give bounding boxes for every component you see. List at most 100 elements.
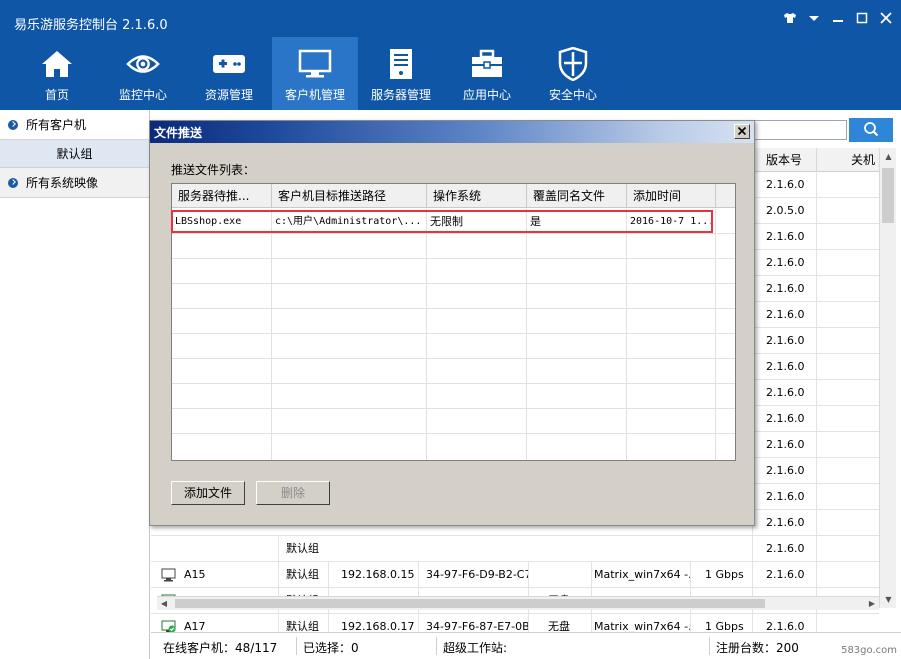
shutdown-cell [816, 172, 879, 198]
version-cell: 2.1.6.0 [752, 302, 816, 328]
version-cell: 2.1.6.0 [752, 536, 816, 562]
nav-label: 首页 [44, 88, 69, 102]
column-header-add-time[interactable]: 添加时间 [627, 184, 716, 208]
image-cell: Matrix_win7x64 -... [591, 562, 690, 588]
shutdown-cell [816, 484, 879, 510]
nav-label: 应用中心 [462, 88, 511, 102]
table-row[interactable]: 默认组 2.1.6.0 [151, 536, 879, 562]
shutdown-cell [816, 380, 879, 406]
version-cell: 2.1.6.0 [752, 172, 816, 198]
divider [709, 637, 710, 655]
nav-label: 资源管理 [204, 88, 253, 102]
column-header-overwrite[interactable]: 覆盖同名文件 [527, 184, 627, 208]
shutdown-cell [816, 276, 879, 302]
dialog-close-button[interactable] [734, 124, 750, 139]
shutdown-cell [816, 536, 879, 562]
mac-cell: 34-97-F6-D9-B2-C7 [418, 562, 528, 588]
sidebar-item-default-group[interactable]: 默认组 [0, 140, 149, 168]
nav-item-monitor-center[interactable]: 监控中心 [100, 37, 186, 110]
dropdown-icon[interactable] [807, 12, 821, 27]
selected-count: 已选择：0 [303, 641, 359, 655]
ip-cell: 192.168.0.15 [328, 562, 418, 588]
minimize-icon[interactable] [831, 12, 845, 27]
nav-item-client-management[interactable]: 客户机管理 [272, 37, 358, 110]
version-cell: 2.1.6.0 [752, 484, 816, 510]
scroll-up-icon[interactable]: ▲ [880, 148, 897, 165]
version-cell: 2.1.6.0 [752, 458, 816, 484]
shirt-icon[interactable] [783, 12, 797, 27]
eye-icon [126, 47, 160, 81]
table-row [172, 434, 735, 460]
scroll-right-icon[interactable]: ▶ [865, 597, 879, 611]
scroll-thumb[interactable] [175, 599, 765, 608]
monitor-icon [298, 47, 332, 81]
expand-icon [8, 177, 18, 188]
scroll-thumb[interactable] [882, 168, 894, 223]
column-header-server-file[interactable]: 服务器待推... [172, 184, 272, 208]
version-cell: 2.1.6.0 [752, 562, 816, 588]
super-station-label: 超级工作站: [443, 641, 508, 655]
version-cell: 2.1.6.0 [752, 328, 816, 354]
nav-label: 服务器管理 [370, 88, 431, 102]
group-cell: 默认组 [278, 562, 328, 588]
online-count: 在线客户机：48/117 [163, 641, 278, 655]
status-bar: 在线客户机：48/117 已选择：0 超级工作站: 注册台数：200 583go… [151, 632, 901, 659]
nav-label: 客户机管理 [284, 88, 345, 102]
version-cell: 2.1.6.0 [752, 250, 816, 276]
column-header-version[interactable]: 版本号 [752, 148, 816, 172]
nav-item-server-management[interactable]: 服务器管理 [358, 37, 444, 110]
shutdown-cell [816, 250, 879, 276]
speed-cell: 1 Gbps [690, 562, 752, 588]
nav-item-app-center[interactable]: 应用中心 [444, 37, 530, 110]
nav-item-security-center[interactable]: 安全中心 [530, 37, 616, 110]
sidebar-item-label: 所有客户机 [26, 118, 87, 132]
horizontal-scrollbar[interactable]: ◀ ▶ [157, 596, 879, 610]
selected-row-highlight [171, 210, 713, 233]
watermark: 583go.com [841, 645, 897, 656]
shutdown-cell [816, 562, 879, 588]
table-row [172, 409, 735, 434]
nav-item-home[interactable]: 首页 [14, 37, 100, 110]
table-row[interactable]: A15 默认组 192.168.0.15 34-97-F6-D9-B2-C7 M… [151, 562, 879, 588]
app-title: 易乐游服务控制台 2.1.6.0 [14, 18, 168, 33]
table-row [172, 309, 735, 334]
sidebar-item-all-images[interactable]: 所有系统映像 [0, 168, 149, 198]
scroll-left-icon[interactable]: ◀ [157, 597, 171, 611]
shutdown-cell [816, 354, 879, 380]
version-cell: 2.0.5.0 [752, 198, 816, 224]
push-file-table: 服务器待推... 客户机目标推送路径 操作系统 覆盖同名文件 添加时间 LBSs… [171, 183, 736, 461]
registered-count: 注册台数：200 [716, 641, 799, 655]
vertical-scrollbar[interactable]: ▲ ▼ [879, 148, 896, 608]
group-cell: 默认组 [278, 536, 328, 562]
shutdown-cell [816, 406, 879, 432]
version-cell: 2.1.6.0 [752, 276, 816, 302]
dialog-titlebar[interactable]: 文件推送 [150, 121, 754, 143]
shutdown-cell [816, 510, 879, 536]
add-file-button[interactable]: 添加文件 [171, 481, 245, 505]
nav-item-resource-management[interactable]: 资源管理 [186, 37, 272, 110]
shutdown-cell [816, 302, 879, 328]
sidebar: 所有客户机 默认组 所有系统映像 [0, 110, 150, 659]
nav-label: 监控中心 [118, 88, 167, 102]
column-header-os[interactable]: 操作系统 [427, 184, 527, 208]
column-header-shutdown[interactable]: 关机 [816, 148, 879, 172]
delete-button[interactable]: 删除 [256, 481, 330, 505]
name-cell: A15 [184, 568, 206, 581]
close-icon[interactable] [879, 12, 893, 27]
maximize-icon[interactable] [855, 12, 869, 27]
file-push-dialog: 文件推送 推送文件列表： 服务器待推... 客户机目标推送路径 操作系统 覆盖同… [149, 120, 755, 526]
search-button[interactable] [849, 118, 893, 142]
table-row [172, 334, 735, 359]
table-row [172, 384, 735, 409]
scroll-down-icon[interactable]: ▼ [880, 591, 897, 608]
home-icon [40, 47, 74, 81]
version-cell: 2.1.6.0 [752, 510, 816, 536]
sidebar-item-all-clients[interactable]: 所有客户机 [0, 110, 149, 140]
search-icon [863, 121, 879, 140]
app-header: 易乐游服务控制台 2.1.6.0 首页 监控中心 资源管理 客户机管理 服务器管… [0, 0, 901, 110]
search-input[interactable] [751, 120, 847, 140]
column-header-target-path[interactable]: 客户机目标推送路径 [272, 184, 427, 208]
shutdown-cell [816, 328, 879, 354]
table-row [172, 359, 735, 384]
version-cell: 2.1.6.0 [752, 354, 816, 380]
